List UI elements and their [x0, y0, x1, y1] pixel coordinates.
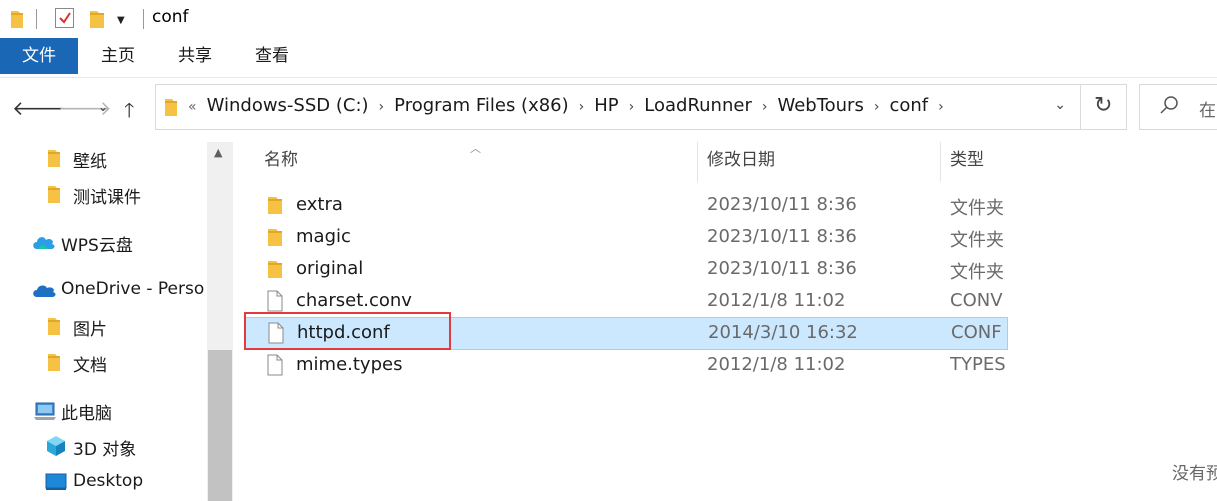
file-date-modified: 2023/10/11 8:36: [707, 258, 857, 279]
chevron-right-icon[interactable]: ›: [629, 99, 635, 115]
ribbon-tabs: 文件 主页 共享 查看: [0, 38, 1217, 78]
file-name: extra: [296, 194, 343, 215]
search-placeholder: 在: [1199, 101, 1216, 121]
chevron-right-icon[interactable]: ›: [874, 99, 880, 115]
scrollbar-thumb[interactable]: [208, 350, 232, 501]
chevron-right-icon[interactable]: ›: [938, 99, 944, 115]
tab-share[interactable]: 共享: [163, 38, 227, 74]
nav-item-label: 3D 对象: [73, 440, 137, 460]
nav-item-courseware[interactable]: 测试课件: [0, 180, 200, 210]
nav-pane-scrollbar[interactable]: ▲: [207, 142, 233, 501]
nav-item-label: WPS云盘: [61, 236, 133, 256]
breadcrumb-item-hp[interactable]: HP: [594, 95, 618, 116]
onedrive-cloud-icon: [31, 283, 57, 303]
nav-item-wallpaper[interactable]: 壁纸: [0, 144, 200, 174]
wps-cloud-icon: [31, 234, 57, 255]
nav-item-desktop[interactable]: Desktop: [0, 468, 200, 498]
file-name: magic: [296, 226, 351, 247]
file-type: CONV: [950, 290, 1003, 311]
nav-item-label: Desktop: [73, 471, 144, 491]
file-icon: [267, 354, 283, 381]
window-title: conf: [152, 7, 189, 27]
column-header-date-modified[interactable]: 修改日期: [698, 142, 941, 182]
file-date-modified: 2012/1/8 11:02: [707, 354, 846, 375]
file-type: CONF: [951, 322, 1002, 343]
breadcrumb-item-conf[interactable]: conf: [889, 95, 928, 116]
chevron-right-icon[interactable]: ›: [762, 99, 768, 115]
file-name: original: [296, 258, 364, 279]
new-folder-icon[interactable]: [89, 9, 105, 33]
table-row[interactable]: mime.types 2012/1/8 11:02 TYPES: [245, 350, 1008, 382]
file-date-modified: 2023/10/11 8:36: [707, 194, 857, 215]
nav-item-label: 测试课件: [73, 188, 141, 208]
recent-locations-chevron-down-icon[interactable]: ⌄: [98, 100, 108, 114]
nav-item-this-pc[interactable]: 此电脑: [0, 396, 200, 426]
nav-item-label: 文档: [73, 356, 107, 376]
nav-item-label: 壁纸: [73, 152, 107, 172]
file-date-modified: 2023/10/11 8:36: [707, 226, 857, 247]
table-row[interactable]: original 2023/10/11 8:36 文件夹: [245, 254, 1008, 286]
nav-item-label: 此电脑: [61, 404, 112, 424]
breadcrumb-overflow[interactable]: «: [188, 99, 197, 115]
up-arrow-icon[interactable]: 🡑: [124, 96, 134, 130]
scroll-up-chevron-icon[interactable]: ▲: [214, 146, 222, 159]
file-type: TYPES: [950, 354, 1006, 375]
3d-objects-icon: [45, 435, 67, 462]
customize-quick-access-chevron-down-icon[interactable]: ▼: [117, 15, 125, 26]
file-date-modified: 2012/1/8 11:02: [707, 290, 846, 311]
chevron-right-icon[interactable]: ›: [379, 99, 385, 115]
table-row[interactable]: extra 2023/10/11 8:36 文件夹: [245, 190, 1008, 222]
chevron-right-icon[interactable]: ›: [579, 99, 585, 115]
search-icon: [1158, 94, 1180, 120]
column-header-name[interactable]: 名称: [233, 142, 698, 182]
file-name: mime.types: [296, 354, 403, 375]
file-type: 文件夹: [950, 198, 1004, 219]
breadcrumb: « Windows-SSD (C:) › Program Files (x86) › HP…: [188, 95, 954, 116]
tab-home[interactable]: 主页: [86, 38, 150, 74]
tab-view[interactable]: 查看: [240, 38, 304, 74]
nav-item-onedrive[interactable]: OneDrive - Perso: [0, 276, 207, 306]
folder-icon: [47, 148, 61, 173]
folder-icon: [267, 226, 283, 253]
folder-icon: [10, 9, 24, 33]
folder-icon: [47, 184, 61, 209]
folder-icon: [47, 316, 61, 341]
breadcrumb-item-loadrunner[interactable]: LoadRunner: [644, 95, 752, 116]
column-header-type[interactable]: 类型: [941, 142, 1008, 182]
refresh-button[interactable]: ↻: [1081, 84, 1127, 130]
computer-icon: [33, 401, 57, 426]
folder-icon: [267, 194, 283, 221]
table-row[interactable]: magic 2023/10/11 8:36 文件夹: [245, 222, 1008, 254]
nav-item-wps-cloud[interactable]: WPS云盘: [0, 228, 200, 258]
file-list: ︿ 名称 修改日期 类型 extra 2023/10/11 8:36 文件夹 m…: [233, 142, 1217, 501]
file-name: charset.conv: [296, 290, 412, 311]
address-history-chevron-down-icon[interactable]: ⌄: [1054, 97, 1066, 113]
breadcrumb-item-drive[interactable]: Windows-SSD (C:): [207, 95, 369, 116]
nav-item-documents[interactable]: 文档: [0, 348, 200, 378]
highlight-annotation-box: [244, 312, 451, 350]
tab-file[interactable]: 文件: [0, 38, 78, 74]
folder-icon: [47, 352, 61, 377]
address-row: 🡐 🡒 ⌄ 🡑 «Windows-SSD (C:) › Program Files …: [0, 78, 1217, 142]
file-type: 文件夹: [950, 262, 1004, 283]
breadcrumb-item-program-files[interactable]: Program Files (x86): [394, 95, 569, 116]
search-input[interactable]: 在: [1139, 84, 1217, 130]
nav-item-label: OneDrive - Perso: [61, 279, 205, 299]
navigation-pane: 壁纸 测试课件 WPS云盘 OneDrive - Perso 图片 文档 此电脑…: [0, 142, 233, 501]
properties-icon[interactable]: [55, 8, 74, 28]
desktop-icon: [45, 473, 67, 496]
preview-pane-status: 没有预: [1172, 464, 1217, 484]
address-bar[interactable]: « Windows-SSD (C:) › Program Files (x86) › HP…: [155, 84, 1081, 130]
file-date-modified: 2014/3/10 16:32: [708, 322, 858, 343]
folder-icon: [267, 258, 283, 285]
refresh-icon: ↻: [1094, 93, 1113, 118]
nav-item-pictures[interactable]: 图片: [0, 312, 200, 342]
folder-icon: [164, 97, 178, 121]
nav-item-3d-objects[interactable]: 3D 对象: [0, 432, 200, 462]
title-bar: ▼ conf: [0, 0, 1217, 38]
nav-item-label: 图片: [73, 320, 107, 340]
file-type: 文件夹: [950, 230, 1004, 251]
breadcrumb-item-webtours[interactable]: WebTours: [777, 95, 863, 116]
